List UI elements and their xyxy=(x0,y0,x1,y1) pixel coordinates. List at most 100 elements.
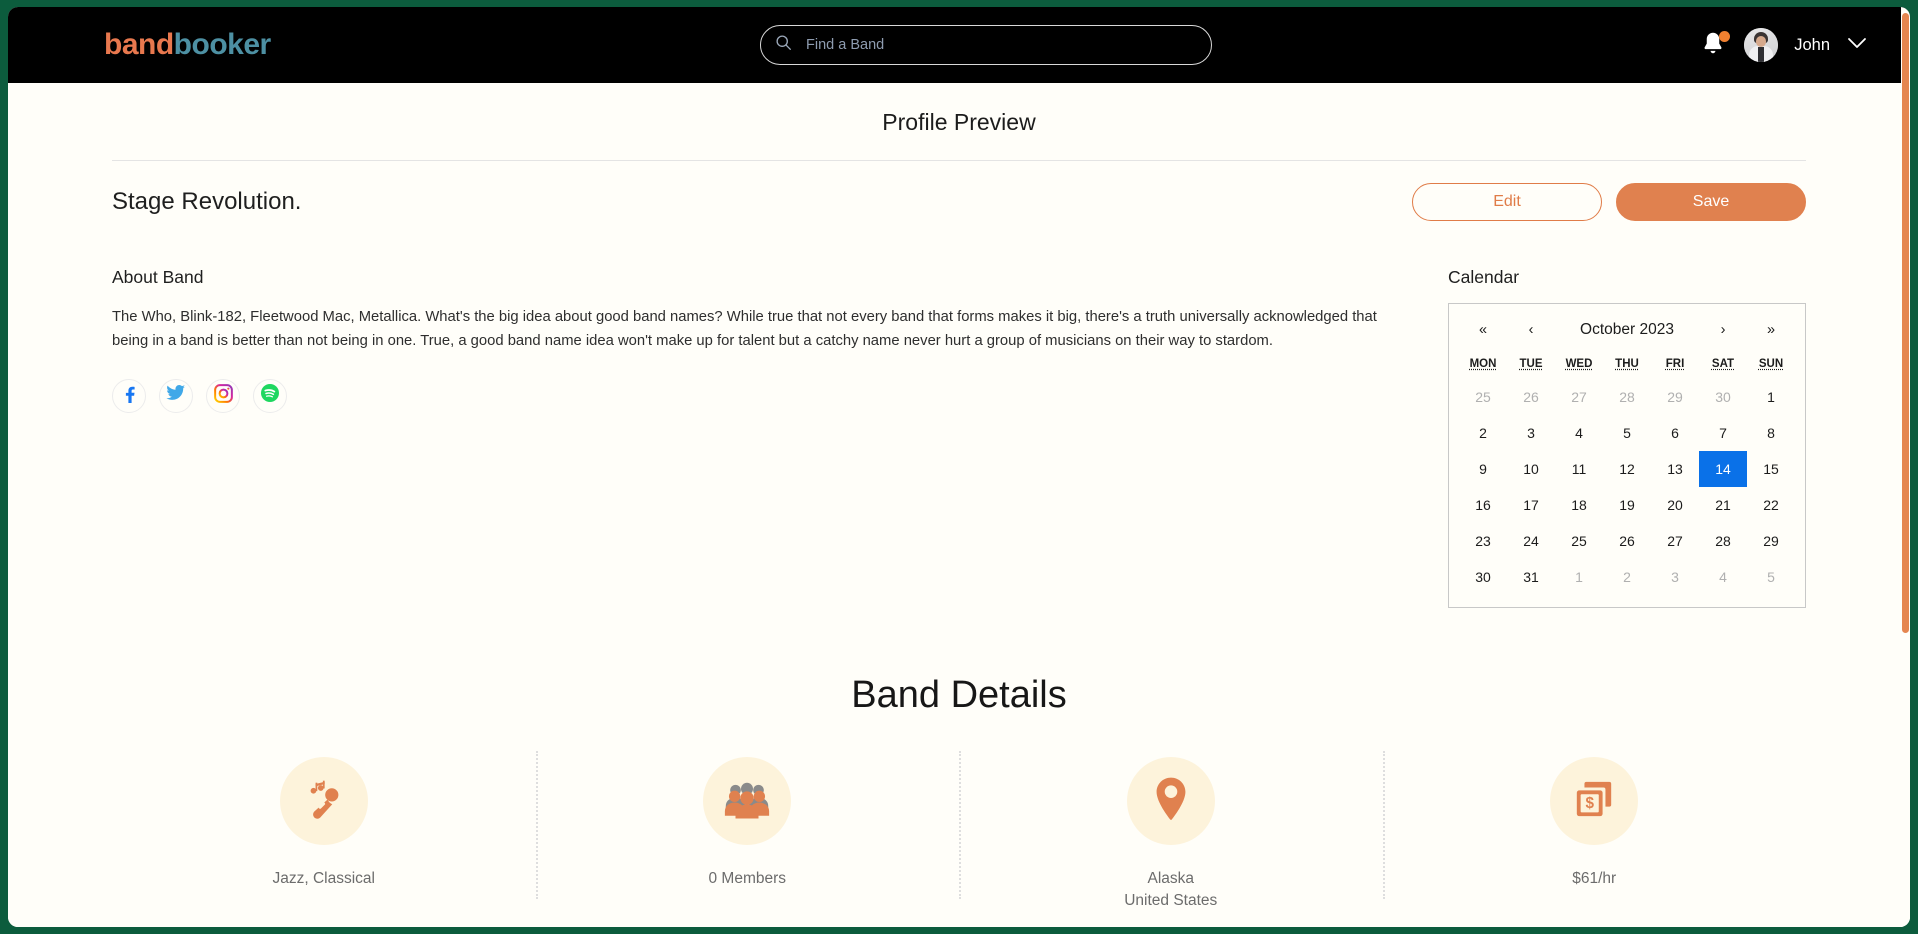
calendar-widget: « ‹ October 2023 › » MON TUE WED THU FRI… xyxy=(1448,303,1806,608)
band-name: Stage Revolution. xyxy=(112,188,302,215)
calendar-day-cell[interactable]: 12 xyxy=(1603,451,1651,487)
calendar-day-cell[interactable]: 15 xyxy=(1747,451,1795,487)
calendar-week-row: 9 10 11 12 13 14 15 xyxy=(1459,451,1795,487)
calendar-day-cell[interactable]: 23 xyxy=(1459,523,1507,559)
detail-rate: $ $61/hr xyxy=(1382,751,1807,910)
calendar-day-cell[interactable]: 1 xyxy=(1555,559,1603,595)
calendar-day-cell[interactable]: 18 xyxy=(1555,487,1603,523)
calendar-day-cell[interactable]: 28 xyxy=(1603,379,1651,415)
genre-icon-wrapper xyxy=(279,757,368,845)
calendar-day-cell[interactable]: 31 xyxy=(1507,559,1555,595)
calendar-grid: MON TUE WED THU FRI SAT SUN 25 26 27 28 29 30… xyxy=(1459,348,1795,595)
calendar-day-cell[interactable]: 7 xyxy=(1699,415,1747,451)
calendar-day-cell[interactable]: 4 xyxy=(1555,415,1603,451)
facebook-link[interactable] xyxy=(112,378,146,413)
band-header-row: Stage Revolution. Edit Save xyxy=(112,161,1806,243)
nav-right-group: John xyxy=(1700,7,1868,83)
rate-icon-wrapper: $ xyxy=(1550,757,1639,845)
save-button[interactable]: Save xyxy=(1616,183,1806,221)
calendar-day-cell[interactable]: 22 xyxy=(1747,487,1795,523)
calendar-day-cell[interactable]: 17 xyxy=(1507,487,1555,523)
brand-logo[interactable]: bandbooker xyxy=(104,28,271,62)
search-icon xyxy=(775,34,792,56)
calendar-day-cell[interactable]: 4 xyxy=(1699,559,1747,595)
calendar-week-row: 23 24 25 26 27 28 29 xyxy=(1459,523,1795,559)
calendar-weekday: MON xyxy=(1469,358,1497,370)
calendar-day-cell[interactable]: 3 xyxy=(1507,415,1555,451)
location-label: Alaska xyxy=(1147,870,1195,887)
calendar-day-cell[interactable]: 27 xyxy=(1651,523,1699,559)
calendar-first-button[interactable]: « xyxy=(1459,322,1507,338)
vertical-scrollbar-track[interactable] xyxy=(1901,7,1910,927)
rate-label: $61/hr xyxy=(1572,870,1617,887)
instagram-icon xyxy=(213,384,233,408)
calendar-weekday: SAT xyxy=(1711,358,1735,370)
calendar-weekday: WED xyxy=(1565,358,1593,370)
calendar-day-cell[interactable]: 26 xyxy=(1603,523,1651,559)
location-pin-icon xyxy=(1153,776,1189,827)
calendar-day-cell[interactable]: 24 xyxy=(1507,523,1555,559)
calendar-day-cell[interactable]: 13 xyxy=(1651,451,1699,487)
chevron-down-icon[interactable] xyxy=(1846,36,1868,55)
calendar-day-cell[interactable]: 2 xyxy=(1603,559,1651,595)
calendar-prev-button[interactable]: ‹ xyxy=(1507,322,1555,338)
calendar-day-cell[interactable]: 1 xyxy=(1747,379,1795,415)
calendar-day-cell[interactable]: 9 xyxy=(1459,451,1507,487)
edit-button[interactable]: Edit xyxy=(1412,183,1602,221)
calendar-month-label[interactable]: October 2023 xyxy=(1555,321,1699,339)
calendar-day-cell[interactable]: 29 xyxy=(1747,523,1795,559)
about-band-section: About Band The Who, Blink-182, Fleetwood… xyxy=(112,267,1408,608)
calendar-weekday: FRI xyxy=(1665,358,1685,370)
members-group-icon xyxy=(724,779,770,824)
calendar-day-cell[interactable]: 29 xyxy=(1651,379,1699,415)
genre-label: Jazz, Classical xyxy=(272,870,376,887)
calendar-last-button[interactable]: » xyxy=(1747,322,1795,338)
search-input[interactable] xyxy=(806,37,1197,53)
username-label: John xyxy=(1794,35,1830,54)
calendar-day-cell[interactable]: 30 xyxy=(1699,379,1747,415)
notification-button[interactable] xyxy=(1700,30,1731,60)
microphone-music-icon xyxy=(302,777,346,826)
spotify-icon xyxy=(260,383,280,408)
notification-badge-dot xyxy=(1719,31,1731,42)
avatar[interactable] xyxy=(1744,28,1779,62)
calendar-day-cell[interactable]: 2 xyxy=(1459,415,1507,451)
calendar-day-cell[interactable]: 11 xyxy=(1555,451,1603,487)
calendar-day-cell[interactable]: 27 xyxy=(1555,379,1603,415)
calendar-day-cell[interactable]: 21 xyxy=(1699,487,1747,523)
calendar-day-cell[interactable]: 26 xyxy=(1507,379,1555,415)
calendar-day-cell[interactable]: 5 xyxy=(1603,415,1651,451)
calendar-day-cell[interactable]: 25 xyxy=(1459,379,1507,415)
logo-text-booker: booker xyxy=(173,28,272,61)
twitter-icon xyxy=(166,384,186,407)
detail-genre: Jazz, Classical xyxy=(112,757,536,910)
calendar-day-cell[interactable]: 3 xyxy=(1651,559,1699,595)
page-title: Profile Preview xyxy=(882,109,1036,135)
calendar-day-cell[interactable]: 19 xyxy=(1603,487,1651,523)
spotify-link[interactable] xyxy=(253,378,287,413)
calendar-week-row: 25 26 27 28 29 30 1 xyxy=(1459,379,1795,415)
calendar-day-cell[interactable]: 10 xyxy=(1507,451,1555,487)
search-bar[interactable] xyxy=(760,25,1212,65)
calendar-day-cell[interactable]: 8 xyxy=(1747,415,1795,451)
location-icon-wrapper xyxy=(1126,757,1215,845)
calendar-day-cell[interactable]: 28 xyxy=(1699,523,1747,559)
svg-text:$: $ xyxy=(1586,794,1595,811)
detail-location: Alaska United States xyxy=(959,751,1383,910)
calendar-weekday-row: MON TUE WED THU FRI SAT SUN xyxy=(1459,348,1795,379)
vertical-scrollbar-thumb[interactable] xyxy=(1902,13,1909,633)
calendar-day-cell[interactable]: 5 xyxy=(1747,559,1795,595)
members-icon-wrapper xyxy=(703,757,792,845)
calendar-day-cell[interactable]: 14 xyxy=(1699,451,1747,487)
calendar-day-cell[interactable]: 30 xyxy=(1459,559,1507,595)
instagram-link[interactable] xyxy=(206,378,240,413)
calendar-day-cell[interactable]: 6 xyxy=(1651,415,1699,451)
money-bills-icon: $ xyxy=(1573,778,1615,825)
calendar-day-cell[interactable]: 16 xyxy=(1459,487,1507,523)
twitter-link[interactable] xyxy=(159,378,193,413)
calendar-day-cell[interactable]: 20 xyxy=(1651,487,1699,523)
calendar-day-cell[interactable]: 25 xyxy=(1555,523,1603,559)
band-details-heading: Band Details xyxy=(851,674,1067,716)
logo-text-band: band xyxy=(104,28,174,61)
calendar-next-button[interactable]: › xyxy=(1699,322,1747,338)
